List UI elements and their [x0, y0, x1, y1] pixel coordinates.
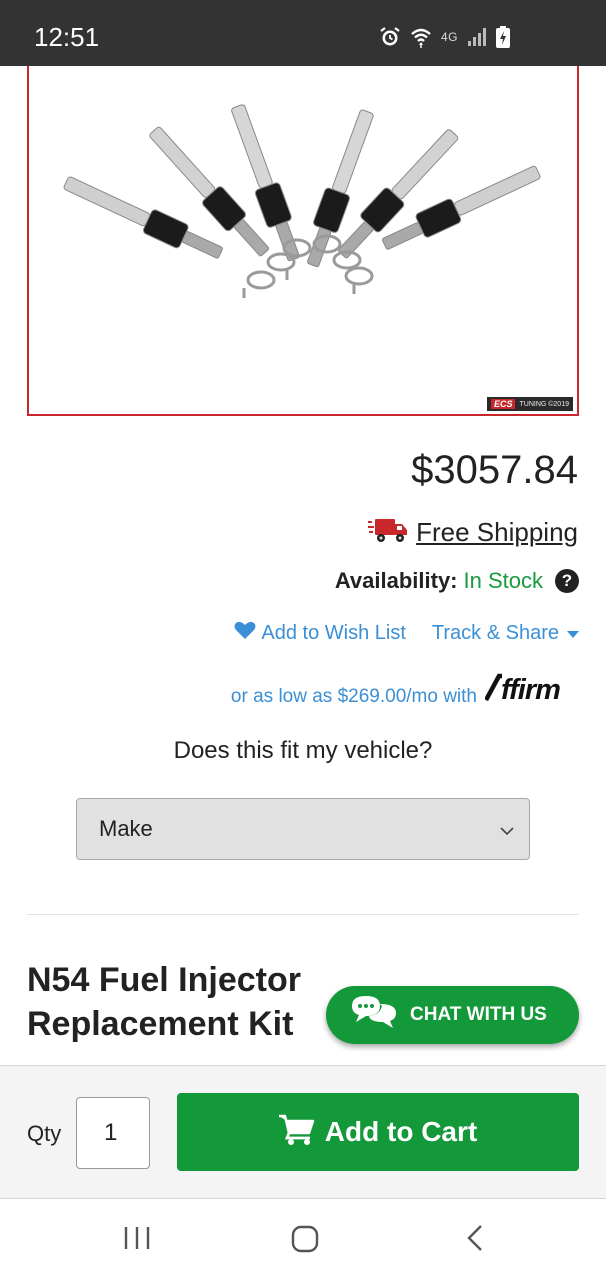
recent-apps-icon[interactable]	[122, 1223, 152, 1258]
make-select-value: Make	[99, 816, 153, 841]
affirm-financing-row[interactable]: or as low as $269.00/mo with ffirm	[231, 672, 579, 708]
add-to-wish-list-link[interactable]: Add to Wish List	[234, 620, 406, 646]
fitment-question: Does this fit my vehicle?	[173, 737, 433, 764]
watermark-text: TUNING ©2019	[519, 400, 569, 408]
track-share-link[interactable]: Track & Share	[432, 622, 579, 645]
qty-label: Qty	[27, 1121, 62, 1146]
shipping-row[interactable]: Free Shipping	[368, 516, 578, 549]
wifi-icon	[410, 26, 432, 48]
add-to-cart-bar: Qty Add to Cart	[0, 1065, 606, 1199]
alarm-icon	[379, 26, 401, 48]
status-bar: 12:51 4G	[0, 0, 606, 66]
status-time: 12:51	[34, 22, 100, 52]
make-select[interactable]: Make	[76, 798, 530, 860]
wish-list-label: Add to Wish List	[261, 621, 406, 644]
chat-bubbles-icon	[350, 994, 398, 1036]
brand-watermark: ECS TUNING ©2019	[486, 397, 573, 411]
status-icons: 4G	[379, 26, 510, 48]
caret-down-icon	[567, 622, 579, 645]
chat-label: CHAT WITH US	[410, 1004, 547, 1025]
battery-icon	[496, 26, 510, 48]
affirm-logo-mark: ffirm	[484, 673, 561, 706]
section-divider	[27, 914, 579, 915]
signal-icon	[467, 27, 487, 47]
financing-text: or as low as $269.00/mo with	[230, 686, 477, 707]
affirm-logo: ffirm	[484, 672, 579, 708]
chat-with-us-button[interactable]: CHAT WITH US	[326, 986, 579, 1044]
svg-text:ffirm: ffirm	[501, 674, 560, 702]
help-icon[interactable]: ?	[555, 569, 579, 593]
product-price: $3057.84	[411, 448, 578, 492]
add-to-cart-button[interactable]: Add to Cart	[177, 1093, 579, 1171]
product-image-frame[interactable]: ECS TUNING ©2019	[27, 66, 579, 416]
heart-icon	[234, 620, 256, 646]
free-shipping-link[interactable]: Free Shipping	[416, 517, 578, 548]
track-share-label: Track & Share	[431, 621, 559, 644]
chevron-down-icon	[499, 816, 515, 842]
home-icon[interactable]	[289, 1223, 321, 1260]
back-icon[interactable]	[462, 1223, 490, 1258]
availability-label: Availability:	[334, 568, 458, 593]
truck-icon	[368, 516, 408, 549]
watermark-logo: ECS	[490, 399, 516, 409]
system-nav-bar	[0, 1199, 606, 1279]
fuel-injectors-image	[63, 104, 541, 298]
availability-row: Availability: In Stock ?	[335, 568, 579, 594]
product-title: N54 Fuel Injector Replacement Kit	[27, 961, 301, 1043]
availability-status: In Stock	[463, 568, 543, 593]
add-to-cart-label: Add to Cart	[324, 1116, 478, 1147]
product-actions-row: Add to Wish List Track & Share	[234, 620, 579, 646]
qty-input[interactable]	[76, 1097, 150, 1169]
cart-icon	[278, 1113, 315, 1152]
network-label: 4G	[440, 30, 458, 44]
